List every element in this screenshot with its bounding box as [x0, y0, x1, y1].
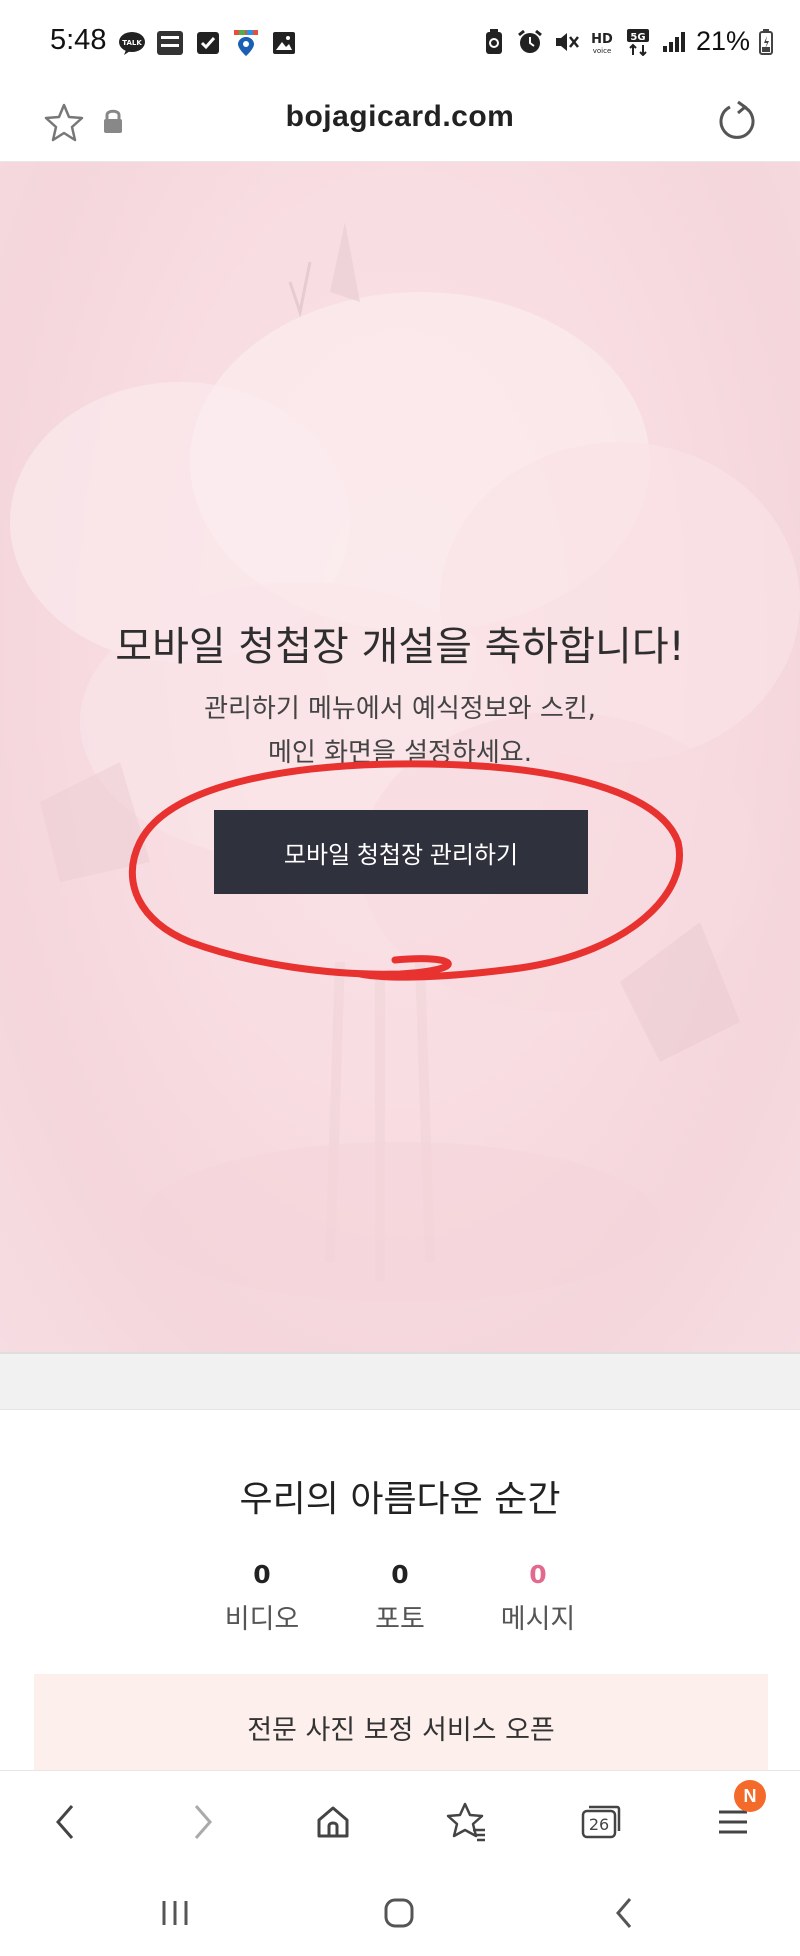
hd-voice-icon: HD voice: [588, 29, 616, 55]
hero-section: 모바일 청첩장 개설을 축하합니다! 관리하기 메뉴에서 예식정보와 스킨, 메…: [0, 162, 800, 1352]
svg-text:voice: voice: [593, 47, 612, 55]
video-label: 비디오: [224, 1604, 300, 1635]
recycle-icon: [480, 28, 508, 55]
status-time: 5:48: [50, 24, 107, 56]
section-divider: [0, 1352, 800, 1410]
status-bar: 5:48 TALK HD voice 5G 21%: [0, 0, 800, 82]
reload-icon[interactable]: [714, 98, 760, 144]
gallery-icon: [270, 30, 298, 56]
battery-icon: [758, 28, 774, 55]
url-bar: bojagicard.com: [0, 82, 800, 162]
message-label: 메시지: [500, 1604, 576, 1635]
promo-title: 전문 사진 보정 서비스 오픈: [247, 1715, 555, 1746]
hero-title: 모바일 청첩장 개설을 축하합니다!: [115, 624, 685, 670]
android-nav-bar: [0, 1870, 800, 1956]
photo-label: 포토: [375, 1604, 425, 1635]
signal-icon: [660, 29, 688, 55]
alarm-icon: [516, 29, 544, 55]
home-button-icon[interactable]: [376, 1892, 422, 1934]
app-badge-icon: [156, 30, 184, 56]
manage-invitation-button[interactable]: 모바일 청첩장 관리하기: [214, 810, 588, 894]
hero-subtitle-line1: 관리하기 메뉴에서 예식정보와 스킨,: [204, 694, 596, 724]
system-icons: HD voice 5G 21%: [480, 26, 774, 57]
recent-apps-icon[interactable]: [152, 1892, 198, 1934]
tabs-icon[interactable]: 26: [574, 1795, 628, 1849]
5g-icon: 5G: [624, 28, 652, 56]
svg-text:5G: 5G: [630, 32, 645, 43]
browser-toolbar: 26: [0, 1770, 800, 1870]
location-icon: [232, 30, 260, 56]
notification-icons: TALK: [118, 30, 298, 56]
check-icon: [194, 30, 222, 56]
photo-count: 0: [391, 1560, 409, 1589]
hero-subtitle-line2: 메인 화면을 설정하세요.: [268, 738, 532, 768]
notification-badge: N: [734, 1780, 766, 1812]
stat-video[interactable]: 0 비디오: [192, 1560, 332, 1636]
home-icon[interactable]: [306, 1795, 360, 1849]
mute-icon: [552, 29, 580, 55]
bookmarks-icon[interactable]: [440, 1795, 494, 1849]
svg-text:TALK: TALK: [122, 39, 142, 47]
message-count: 0: [529, 1560, 547, 1589]
tabs-count: 26: [589, 1815, 609, 1834]
moments-title: 우리의 아름다운 순간: [239, 1479, 561, 1520]
video-count: 0: [253, 1560, 271, 1589]
back-button-icon[interactable]: [602, 1892, 648, 1934]
talk-icon: TALK: [118, 30, 146, 56]
forward-arrow-icon[interactable]: [176, 1795, 230, 1849]
url-domain[interactable]: bojagicard.com: [0, 100, 800, 134]
back-arrow-icon[interactable]: [38, 1795, 92, 1849]
stat-photo[interactable]: 0 포토: [330, 1560, 470, 1636]
svg-text:HD: HD: [591, 32, 613, 47]
stat-message[interactable]: 0 메시지: [468, 1560, 608, 1636]
battery-percent: 21%: [695, 26, 750, 56]
